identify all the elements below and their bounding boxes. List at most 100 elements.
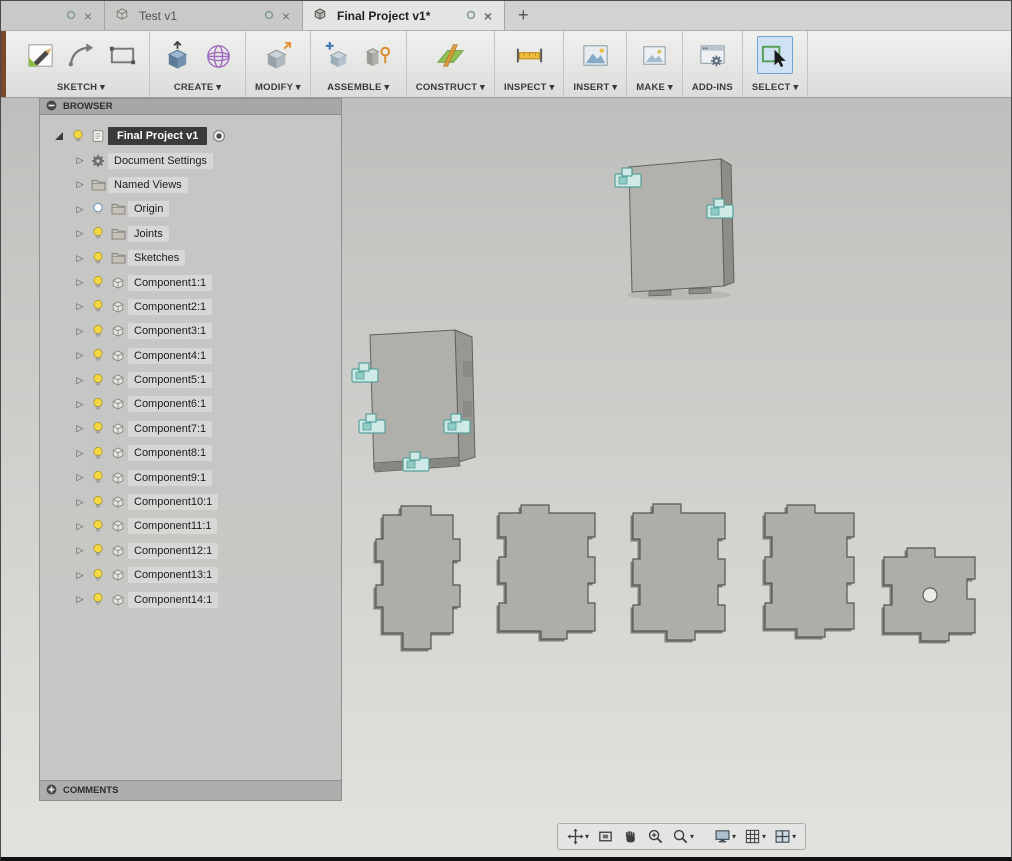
- expand-arrow-icon[interactable]: ▷: [72, 521, 88, 532]
- toolbar-group-label[interactable]: CREATE ▾: [174, 80, 221, 93]
- visibility-bulb-icon[interactable]: [88, 397, 108, 412]
- visibility-bulb-icon[interactable]: [88, 495, 108, 510]
- construction-plane-icon[interactable]: [432, 36, 468, 74]
- activate-component-radio-icon[interactable]: [212, 129, 226, 143]
- collapse-panel-icon[interactable]: [46, 100, 57, 114]
- browser-item-component11-1[interactable]: ▷ Component11:1: [40, 514, 341, 538]
- create-sketch-icon[interactable]: [22, 36, 58, 74]
- document-tab-untitled[interactable]: ×: [1, 1, 105, 30]
- fit-view-icon[interactable]: [595, 826, 616, 847]
- expand-arrow-icon[interactable]: ▷: [72, 326, 88, 337]
- browser-item-named-views[interactable]: ▷ Named Views: [40, 173, 341, 197]
- chevron-down-icon[interactable]: ▾: [762, 832, 766, 841]
- expand-arrow-icon[interactable]: ▷: [72, 179, 88, 190]
- item-label[interactable]: Component10:1: [128, 494, 219, 511]
- browser-item-sketches[interactable]: ▷ Sketches: [40, 246, 341, 270]
- item-label[interactable]: Component1:1: [128, 274, 213, 291]
- chevron-down-icon[interactable]: ▾: [690, 832, 694, 841]
- item-label[interactable]: Joints: [128, 225, 169, 242]
- item-label[interactable]: Named Views: [108, 176, 188, 193]
- expand-arrow-icon[interactable]: ▷: [72, 399, 88, 410]
- assembled-component-box[interactable]: [614, 158, 735, 300]
- browser-item-component10-1[interactable]: ▷ Component10:1: [40, 490, 341, 514]
- add-comment-icon[interactable]: [46, 784, 57, 798]
- browser-item-joints[interactable]: ▷ Joints: [40, 222, 341, 246]
- new-tab-button[interactable]: +: [505, 1, 542, 30]
- browser-item-component12-1[interactable]: ▷ Component12:1: [40, 539, 341, 563]
- item-label[interactable]: Component4:1: [128, 347, 213, 364]
- visibility-bulb-icon[interactable]: [88, 226, 108, 241]
- visibility-bulb-icon[interactable]: [88, 275, 108, 290]
- browser-root-item[interactable]: Final Project v1: [40, 124, 341, 148]
- browser-item-component7-1[interactable]: ▷ Component7:1: [40, 417, 341, 441]
- visibility-bulb-icon[interactable]: [88, 446, 108, 461]
- visibility-bulb-icon[interactable]: [88, 543, 108, 558]
- new-component-icon[interactable]: [320, 36, 356, 74]
- chevron-down-icon[interactable]: ▾: [585, 832, 589, 841]
- expand-arrow-icon[interactable]: ▷: [72, 253, 88, 264]
- expand-arrow-icon[interactable]: ▷: [72, 277, 88, 288]
- visibility-bulb-icon[interactable]: [88, 568, 108, 583]
- toolbar-group-label[interactable]: CONSTRUCT ▾: [416, 80, 485, 93]
- item-label[interactable]: Component5:1: [128, 372, 213, 389]
- visibility-bulb-icon[interactable]: [88, 592, 108, 607]
- browser-item-component1-1[interactable]: ▷ Component1:1: [40, 270, 341, 294]
- item-label[interactable]: Component7:1: [128, 420, 213, 437]
- addins-icon[interactable]: [694, 36, 730, 74]
- visibility-bulb-icon[interactable]: [88, 373, 108, 388]
- expand-arrow-icon[interactable]: ▷: [72, 375, 88, 386]
- toolbar-group-label[interactable]: INSPECT ▾: [504, 80, 554, 93]
- zoom-in-icon[interactable]: [645, 826, 666, 847]
- item-label[interactable]: Document Settings: [108, 152, 213, 169]
- visibility-bulb-icon[interactable]: [88, 324, 108, 339]
- tab-close-icon[interactable]: ×: [482, 9, 494, 23]
- item-label[interactable]: Component13:1: [128, 567, 219, 584]
- expand-arrow-icon[interactable]: ▷: [72, 472, 88, 483]
- item-label[interactable]: Sketches: [128, 250, 186, 267]
- browser-item-component9-1[interactable]: ▷ Component9:1: [40, 465, 341, 489]
- expand-arrow-icon[interactable]: ▷: [72, 423, 88, 434]
- rectangle-icon[interactable]: [104, 36, 140, 74]
- expand-arrow-icon[interactable]: ▷: [72, 545, 88, 556]
- measure-icon[interactable]: [511, 36, 547, 74]
- expand-arrow-icon[interactable]: ▷: [72, 497, 88, 508]
- expand-arrow-icon[interactable]: [55, 132, 63, 141]
- toolbar-group-label[interactable]: MODIFY ▾: [255, 80, 301, 93]
- select-icon[interactable]: [757, 36, 794, 74]
- toolbar-group-label[interactable]: ASSEMBLE ▾: [327, 80, 389, 93]
- expand-arrow-icon[interactable]: ▷: [72, 228, 88, 239]
- expand-arrow-icon[interactable]: ▷: [72, 448, 88, 459]
- toolbar-group-label[interactable]: INSERT ▾: [573, 80, 617, 93]
- browser-item-origin[interactable]: ▷ Origin: [40, 197, 341, 221]
- flat-panel-5[interactable]: [881, 547, 976, 644]
- browser-item-component8-1[interactable]: ▷ Component8:1: [40, 441, 341, 465]
- expand-arrow-icon[interactable]: ▷: [72, 350, 88, 361]
- flat-panel-2[interactable]: [496, 504, 596, 642]
- visibility-bulb-icon[interactable]: [88, 299, 108, 314]
- item-label[interactable]: Component2:1: [128, 298, 213, 315]
- visibility-bulb-icon[interactable]: [88, 202, 108, 217]
- insert-image-icon[interactable]: [577, 36, 613, 74]
- flat-panel-4[interactable]: [762, 504, 855, 640]
- browser-item-component13-1[interactable]: ▷ Component13:1: [40, 563, 341, 587]
- expand-arrow-icon[interactable]: ▷: [72, 301, 88, 312]
- assembled-component-panel[interactable]: [351, 329, 476, 473]
- document-tab-test[interactable]: Test v1 ×: [105, 1, 303, 30]
- visibility-bulb-icon[interactable]: [68, 129, 88, 144]
- zoom-icon[interactable]: ▾: [670, 826, 696, 847]
- visibility-bulb-icon[interactable]: [88, 470, 108, 485]
- browser-item-component2-1[interactable]: ▷ Component2:1: [40, 295, 341, 319]
- pan-move-icon[interactable]: ▾: [565, 826, 591, 847]
- toolbar-group-label[interactable]: SELECT ▾: [752, 80, 798, 93]
- item-label[interactable]: Component14:1: [128, 591, 219, 608]
- chevron-down-icon[interactable]: ▾: [792, 832, 796, 841]
- browser-item-component3-1[interactable]: ▷ Component3:1: [40, 319, 341, 343]
- item-label[interactable]: Component8:1: [128, 445, 213, 462]
- spline-icon[interactable]: [63, 36, 99, 74]
- tab-close-icon[interactable]: ×: [280, 9, 292, 23]
- display-settings-icon[interactable]: ▾: [712, 826, 738, 847]
- expand-arrow-icon[interactable]: ▷: [72, 204, 88, 215]
- item-label[interactable]: Origin: [128, 201, 170, 218]
- browser-header[interactable]: BROWSER: [40, 99, 341, 115]
- visibility-bulb-icon[interactable]: [88, 519, 108, 534]
